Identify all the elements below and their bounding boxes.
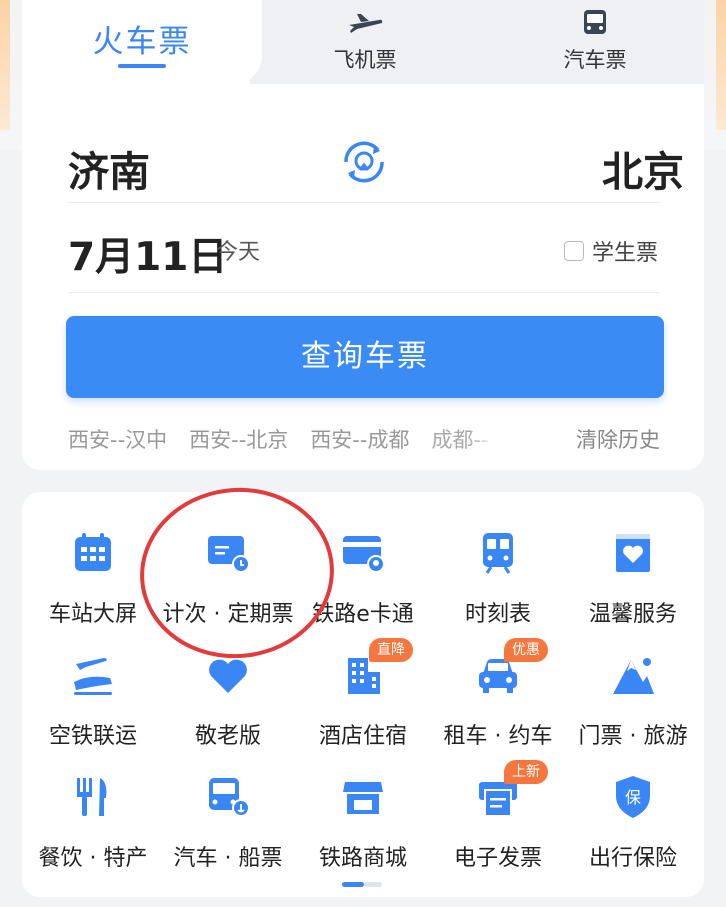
service-hotel[interactable]: 直降 酒店住宿 — [295, 638, 431, 772]
service-label: 时刻表 — [464, 602, 531, 627]
service-rail-e-card[interactable]: 铁路e卡通 — [295, 530, 431, 650]
service-timetable[interactable]: 时刻表 — [430, 530, 566, 650]
history-item[interactable]: 西安--汉中 — [68, 424, 167, 452]
service-tickets-travel[interactable]: 门票 · 旅游 — [565, 652, 701, 772]
service-label: 计次 · 定期票 — [162, 602, 294, 627]
service-air-rail[interactable]: 空铁联运 — [25, 652, 161, 772]
service-label: 出行保险 — [588, 846, 677, 871]
service-label: 门票 · 旅游 — [578, 724, 688, 749]
arrival-city[interactable]: 北京 — [602, 138, 684, 198]
divider — [68, 292, 660, 293]
service-label: 铁路商城 — [318, 846, 407, 871]
tab-train-label: 火车票 — [92, 24, 192, 60]
service-label: 电子发票 — [453, 846, 542, 871]
bus-anchor-icon — [209, 778, 250, 817]
history-item[interactable]: 西安--北京 — [189, 424, 288, 452]
service-label: 车站大屏 — [48, 602, 137, 627]
page-dot-active — [342, 882, 364, 887]
new-badge: 上新 — [504, 760, 548, 784]
service-station-screen[interactable]: 车站大屏 — [25, 530, 161, 650]
departure-city[interactable]: 济南 — [68, 138, 150, 198]
plane-train-icon — [74, 658, 112, 695]
service-elderly-mode[interactable]: 敬老版 — [160, 652, 296, 772]
tab-bus[interactable]: 汽车票 — [530, 0, 660, 84]
service-car-rental[interactable]: 优惠 租车 · 约车 — [430, 638, 566, 772]
mountain-icon — [613, 658, 654, 694]
history-item[interactable]: 成都-- — [431, 424, 495, 452]
service-rail-mall[interactable]: 铁路商城 — [295, 774, 431, 894]
student-label: 学生票 — [591, 241, 658, 266]
shield-insurance-icon: 保 — [616, 776, 650, 818]
card-clock-icon — [208, 536, 250, 573]
service-food-specialty[interactable]: 餐饮 · 特产 — [25, 774, 161, 894]
rail-card-icon — [343, 536, 385, 573]
date-day-hint: 今天 — [216, 240, 261, 265]
tab-flight-label: 飞机票 — [333, 48, 397, 72]
service-label: 汽车 · 船票 — [173, 846, 283, 871]
service-e-invoice[interactable]: 上新 电子发票 — [430, 760, 566, 894]
banner-edge-right — [716, 0, 726, 130]
service-label: 酒店住宿 — [318, 724, 407, 749]
page-dot — [364, 882, 382, 887]
service-label: 餐饮 · 特产 — [38, 846, 148, 871]
store-icon — [343, 782, 383, 814]
tab-flight[interactable]: 飞机票 — [300, 0, 430, 84]
svg-text:保: 保 — [625, 788, 641, 807]
service-label: 敬老版 — [194, 724, 261, 749]
train-timetable-icon — [483, 533, 513, 574]
service-label: 铁路e卡通 — [312, 602, 414, 627]
bus-icon — [584, 10, 606, 34]
service-bus-ferry[interactable]: 汽车 · 船票 — [160, 774, 296, 894]
heart-icon — [209, 659, 247, 693]
tab-bus-label: 汽车票 — [563, 48, 627, 72]
airplane-icon — [349, 14, 383, 33]
departure-date[interactable]: 7月11日 — [68, 226, 227, 282]
search-tickets-button[interactable]: 查询车票 — [66, 316, 664, 398]
promo-badge: 优惠 — [504, 638, 548, 662]
history-item[interactable]: 西安--成都 — [310, 424, 409, 452]
service-travel-insurance[interactable]: 保 出行保险 — [565, 774, 701, 894]
service-label: 空铁联运 — [48, 724, 137, 749]
banner-edge-left — [0, 0, 10, 130]
student-checkbox[interactable] — [563, 241, 584, 261]
fork-knife-icon — [77, 778, 107, 816]
service-periodic-ticket[interactable]: 计次 · 定期票 — [160, 530, 296, 650]
tab-train[interactable]: 火车票 — [22, 0, 262, 84]
clear-history-link[interactable]: 清除历史 — [576, 424, 660, 452]
tab-active-indicator — [118, 64, 166, 68]
service-warm-service[interactable]: 温馨服务 — [565, 530, 701, 650]
calendar-screen-icon — [75, 533, 111, 571]
service-label: 租车 · 约车 — [443, 724, 553, 749]
student-ticket-toggle[interactable]: 学生票 — [563, 235, 658, 267]
search-history: 西安--汉中 西安--北京 西安--成都 成都-- 清除历史 — [68, 424, 660, 452]
promo-badge: 直降 — [369, 638, 413, 662]
service-label: 温馨服务 — [588, 602, 677, 627]
divider — [68, 202, 660, 203]
swap-icon[interactable] — [338, 136, 390, 188]
heart-ticket-icon — [616, 534, 650, 572]
